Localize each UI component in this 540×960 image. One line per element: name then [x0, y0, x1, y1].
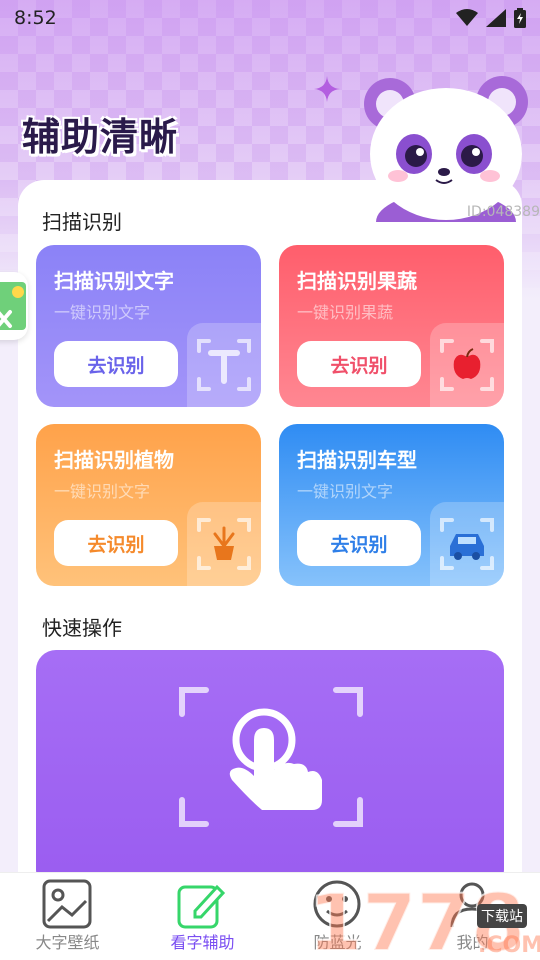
tab-label: 看字辅助: [170, 933, 235, 952]
battery-icon: [514, 8, 526, 28]
card-subtitle: 一键识别果蔬: [297, 303, 394, 322]
scan-plant-button[interactable]: 去识别: [54, 520, 178, 566]
car-icon: [430, 502, 504, 586]
scan-plant-card[interactable]: 扫描识别植物 一键识别文字 去识别: [36, 424, 261, 586]
quick-action-panel[interactable]: [36, 650, 504, 890]
scan-car-card[interactable]: 扫描识别车型 一键识别文字 去识别: [279, 424, 504, 586]
card-subtitle: 一键识别文字: [54, 482, 151, 501]
card-title: 扫描识别车型: [297, 448, 417, 472]
status-time: 8:52: [14, 7, 57, 29]
tab-wallpaper[interactable]: 大字壁纸: [0, 873, 135, 960]
signal-icon: [486, 9, 506, 27]
tab-label: 大字壁纸: [35, 933, 100, 952]
apple-icon: [430, 323, 504, 407]
sparkle-icon: [314, 76, 340, 102]
panda-mascot: [364, 76, 528, 222]
card-title: 扫描识别文字: [54, 269, 174, 293]
scan-fruit-card[interactable]: 扫描识别果蔬 一键识别果蔬 去识别: [279, 245, 504, 407]
plant-icon: [187, 502, 261, 586]
tap-gesture-icon: [179, 687, 363, 827]
wallpaper-icon: [42, 879, 92, 929]
page-title: 辅助清晰: [22, 115, 179, 159]
wifi-icon: [456, 9, 478, 26]
status-bar: 8:52: [0, 0, 540, 36]
floating-image-tab[interactable]: [0, 272, 28, 340]
card-subtitle: 一键识别文字: [54, 303, 151, 322]
tab-text-assist[interactable]: 看字辅助: [135, 873, 270, 960]
scan-text-card[interactable]: 扫描识别文字 一键识别文字 去识别: [36, 245, 261, 407]
edit-icon: [177, 884, 226, 929]
card-title: 扫描识别果蔬: [297, 269, 417, 293]
watermark-id: ID:048389: [466, 204, 540, 220]
text-t-icon: [187, 323, 261, 407]
scan-car-button[interactable]: 去识别: [297, 520, 421, 566]
scan-text-button[interactable]: 去识别: [54, 341, 178, 387]
quick-section-title: 快速操作: [42, 616, 122, 640]
image-icon: [0, 282, 26, 330]
card-subtitle: 一键识别文字: [297, 482, 394, 501]
svg-text:.COM: .COM: [478, 933, 540, 958]
site-watermark-badge: 下载站: [477, 904, 527, 928]
scan-fruit-button[interactable]: 去识别: [297, 341, 421, 387]
card-title: 扫描识别植物: [54, 448, 174, 472]
scan-section-title: 扫描识别: [42, 210, 122, 234]
